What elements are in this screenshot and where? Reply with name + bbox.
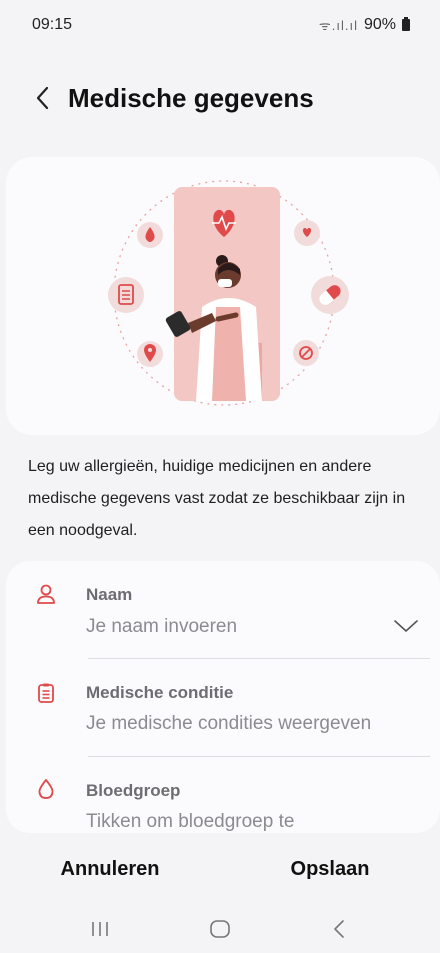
illustration-card xyxy=(6,157,440,435)
action-bar: Annuleren Opslaan xyxy=(0,843,440,895)
chevron-left-icon xyxy=(36,86,49,110)
blood-type-label: Bloedgroep xyxy=(86,781,181,800)
blood-drop-icon xyxy=(137,222,163,248)
back-button[interactable] xyxy=(28,78,58,118)
home-button[interactable] xyxy=(190,909,250,949)
recents-icon xyxy=(92,922,108,936)
location-pin-icon xyxy=(137,341,163,367)
no-entry-icon xyxy=(293,340,319,366)
pill-icon xyxy=(311,276,349,314)
clipboard-icon xyxy=(108,277,144,313)
cancel-button[interactable]: Annuleren xyxy=(0,857,220,882)
recents-button[interactable] xyxy=(70,909,130,949)
clipboard-icon xyxy=(38,683,54,703)
name-field[interactable]: Naam Je naam invoeren xyxy=(6,561,440,659)
description-text: Leg uw allergieën, huidige medicijnen en… xyxy=(28,458,406,539)
medical-illustration xyxy=(108,180,349,406)
home-icon xyxy=(210,920,230,938)
system-nav-bar xyxy=(0,905,440,953)
battery-icon xyxy=(402,17,410,31)
page-title: Medische gegevens xyxy=(68,82,314,113)
back-nav-button[interactable] xyxy=(310,909,370,949)
signal-icon: ᯤ.ıl.ıl xyxy=(318,18,358,33)
battery-level: 90% xyxy=(363,16,396,33)
status-indicators: ᯤ.ıl.ıl 90% xyxy=(319,16,410,34)
name-placeholder[interactable]: Je naam invoeren xyxy=(86,616,237,638)
back-icon xyxy=(334,920,344,938)
medical-condition-label: Medische conditie xyxy=(86,683,234,702)
status-bar: 09:15 ᯤ.ıl.ıl 90% xyxy=(0,0,440,50)
blood-type-value[interactable]: Tikken om bloedgroep te xyxy=(86,811,294,833)
person-icon xyxy=(37,584,55,604)
app-bar: Medische gegevens xyxy=(0,70,440,126)
status-time: 09:15 xyxy=(32,16,73,33)
heart-hand-icon xyxy=(294,220,320,246)
medical-condition-field[interactable]: Medische conditie Je medische condities … xyxy=(6,659,440,757)
chevron-down-icon[interactable] xyxy=(392,617,420,635)
medical-info-form: Naam Je naam invoeren Medische conditie … xyxy=(6,561,440,833)
save-button[interactable]: Opslaan xyxy=(220,857,440,882)
name-label: Naam xyxy=(86,585,133,604)
drop-icon xyxy=(38,779,54,799)
blood-type-field[interactable]: Bloedgroep Tikken om bloedgroep te xyxy=(6,757,440,833)
medical-condition-value[interactable]: Je medische condities weergeven xyxy=(86,713,371,735)
